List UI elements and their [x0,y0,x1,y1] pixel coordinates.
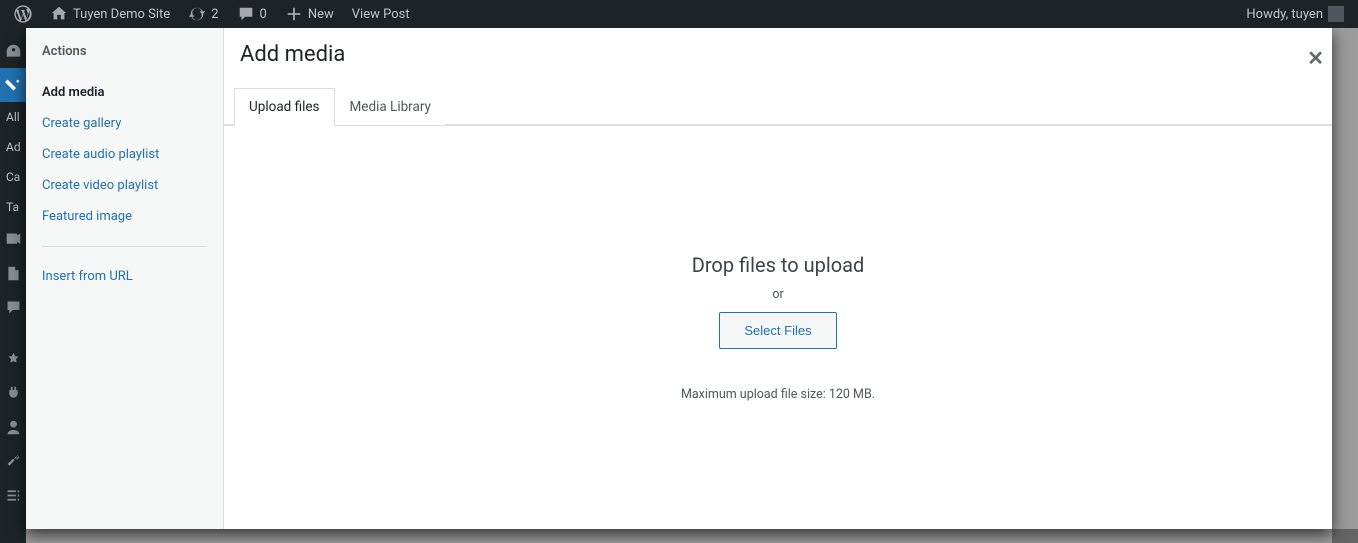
drop-files-label: Drop files to upload [692,253,865,277]
howdy-text: Howdy, tuyen [1246,7,1323,22]
menu-tools[interactable] [0,444,26,478]
comment-icon [237,5,255,23]
max-upload-hint: Maximum upload file size: 120 MB. [681,387,875,402]
menu-posts[interactable] [0,68,26,102]
tab-upload-files[interactable]: Upload files [234,88,335,126]
or-label: or [772,287,783,302]
media-title: Add media [240,28,345,87]
wordpress-icon [14,5,32,23]
view-post-label: View Post [352,7,410,22]
close-button[interactable]: ✕ [1299,42,1332,74]
plus-icon [285,5,303,23]
view-post-link[interactable]: View Post [346,7,416,22]
site-name: Tuyen Demo Site [73,7,170,22]
admin-bar: Tuyen Demo Site 2 0 New View Post Howdy,… [0,0,1358,28]
menu-dashboard[interactable] [0,34,26,68]
new-label: New [308,7,334,22]
media-main: Add media ✕ Upload files Media Library D… [224,28,1332,529]
admin-menu: All Ad Ca Ta [0,28,26,543]
menu-pages[interactable] [0,256,26,290]
updates-link[interactable]: 2 [182,5,224,23]
comments-link[interactable]: 0 [231,5,273,23]
submenu-categories[interactable]: Ca [0,162,26,192]
action-create-video-playlist[interactable]: Create video playlist [42,170,207,201]
menu-users[interactable] [0,410,26,444]
menu-appearance[interactable] [0,342,26,376]
upload-dropzone[interactable]: Drop files to upload or Select Files Max… [224,126,1332,529]
home-icon [50,5,68,23]
submenu-tags[interactable]: Ta [0,192,26,222]
separator [42,246,207,247]
menu-comments[interactable] [0,290,26,324]
media-modal: Actions Add media Create gallery Create … [26,28,1332,529]
menu-settings[interactable] [0,478,26,512]
submenu-add[interactable]: Ad [0,132,26,162]
wp-logo[interactable] [8,5,38,23]
close-icon: ✕ [1307,46,1324,70]
comments-count: 0 [260,7,267,22]
updates-count: 2 [211,7,218,22]
my-account-link[interactable]: Howdy, tuyen [1240,6,1350,22]
select-files-button[interactable]: Select Files [719,312,836,349]
menu-media[interactable] [0,222,26,256]
media-sidebar: Actions Add media Create gallery Create … [26,28,224,529]
update-icon [188,5,206,23]
media-tabs: Upload files Media Library [224,87,1332,126]
submenu-all[interactable]: All [0,102,26,132]
action-create-audio-playlist[interactable]: Create audio playlist [42,139,207,170]
action-insert-from-url[interactable]: Insert from URL [42,261,207,292]
action-create-gallery[interactable]: Create gallery [42,108,207,139]
media-sidebar-heading: Actions [42,44,207,59]
menu-plugins[interactable] [0,376,26,410]
new-content-link[interactable]: New [279,5,340,23]
tab-media-library[interactable]: Media Library [335,88,446,126]
action-add-media[interactable]: Add media [42,77,207,108]
site-name-link[interactable]: Tuyen Demo Site [44,5,176,23]
avatar [1328,6,1344,22]
action-featured-image[interactable]: Featured image [42,201,207,232]
